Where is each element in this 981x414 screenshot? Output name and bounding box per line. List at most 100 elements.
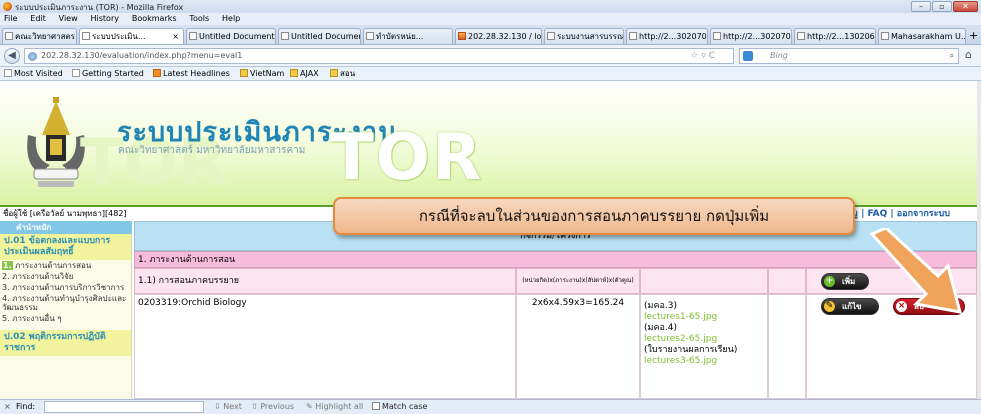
evidence-file-link[interactable]: lectures2-65.jpg — [644, 334, 764, 345]
sidebar-item-label: ภาระงานด้านทำนุบำรุงศิลปะและวัฒนธรรม — [2, 294, 127, 312]
menu-history[interactable]: History — [91, 13, 119, 25]
plus-icon: + — [824, 276, 835, 287]
bookmark-label: Latest Headlines — [163, 69, 230, 78]
sidebar: คำนำหนัก ป.01 ข้อตกลงและแบบการประเมินผลส… — [0, 221, 132, 399]
item-number: 3. — [2, 283, 10, 292]
home-icon[interactable]: ⌂ — [965, 48, 972, 61]
image-icon — [458, 32, 466, 40]
tab-evaluation-system[interactable]: ระบบประเมิน... × — [79, 28, 184, 44]
back-button[interactable]: ◀ — [4, 48, 20, 64]
tab-document-system[interactable]: ระบบงานสารบรรณ... — [544, 28, 624, 44]
rss-icon — [153, 69, 161, 77]
sidebar-item-label: ภาระงานอื่น ๆ — [12, 314, 62, 323]
page-icon — [4, 69, 12, 77]
evidence-file-link[interactable]: lectures1-65.jpg — [644, 312, 764, 323]
empty-cell — [768, 294, 806, 399]
bookmark-label: VietNam — [250, 69, 285, 78]
tab-label: http://2...3020705# — [639, 32, 707, 41]
search-box[interactable]: Bing ⌕ — [739, 48, 959, 64]
page-icon — [72, 69, 80, 77]
add-button[interactable]: + เพิ่ม — [821, 273, 869, 290]
find-previous-button[interactable]: ⇧ Previous — [251, 400, 294, 414]
instruction-callout: กรณีที่จะลบในส่วนของการสอนภาคบรรยาย กดปุ… — [333, 197, 855, 235]
bookmark-teach[interactable]: สอน — [330, 67, 355, 81]
bookmarks-bar: Most Visited Getting Started Latest Head… — [0, 67, 981, 81]
checkbox-icon — [372, 402, 380, 410]
section-row-teaching: 1. ภาระงานด้านการสอน — [134, 251, 977, 268]
bookmark-vietnam[interactable]: VietNam — [240, 67, 284, 81]
highlight-label: Highlight all — [315, 402, 364, 411]
menu-file[interactable]: File — [4, 13, 17, 25]
close-tab-icon[interactable]: × — [172, 29, 179, 44]
maximize-button[interactable]: ▫ — [932, 1, 952, 12]
sidebar-header[interactable]: คำนำหนัก — [0, 221, 132, 234]
find-next-button[interactable]: ⇩ Next — [214, 400, 242, 414]
page-icon — [881, 32, 889, 40]
item-number: 5. — [2, 314, 10, 323]
page-icon — [366, 32, 374, 40]
sidebar-item-academic-service[interactable]: 3. ภาระงานด้านการบริการวิชาการ — [0, 282, 131, 293]
tab-link-1[interactable]: http://2...3020705# — [626, 28, 708, 44]
page-icon — [797, 32, 805, 40]
find-bar: × Find: ⇩ Next ⇧ Previous ✎ Highlight al… — [0, 399, 981, 414]
evidence-label: (มคอ.4) — [644, 323, 677, 333]
menu-view[interactable]: View — [59, 13, 78, 25]
menu-tools[interactable]: Tools — [189, 13, 209, 25]
tab-ip-address[interactable]: 202.28.32.130 / lo... — [455, 28, 542, 44]
page-icon — [281, 32, 289, 40]
sidebar-category-agreement[interactable]: ป.01 ข้อตกลงและแบบการประเมินผลสัมฤทธิ์ — [0, 234, 131, 260]
bookmark-getting-started[interactable]: Getting Started — [72, 67, 144, 81]
pencil-icon: ✎ — [824, 301, 835, 312]
page-icon — [189, 32, 197, 40]
bookmark-label: AJAX — [300, 69, 319, 78]
page-icon — [82, 32, 90, 40]
tor-logo: TOR — [330, 121, 484, 195]
close-window-button[interactable]: ✕ — [953, 1, 978, 12]
highlight-all-button[interactable]: ✎ Highlight all — [306, 400, 363, 414]
find-input[interactable] — [44, 401, 204, 413]
bookmark-most-visited[interactable]: Most Visited — [4, 67, 63, 81]
tab-label: http://2...3020702# — [723, 32, 791, 41]
tab-id-card[interactable]: ทำบัตรหน่ย... — [363, 28, 453, 44]
tab-untitled-1[interactable]: Untitled Document — [186, 28, 276, 44]
search-engine-icon[interactable] — [743, 51, 753, 61]
bookmark-label: Most Visited — [14, 69, 63, 78]
sidebar-item-culture[interactable]: 4. ภาระงานด้านทำนุบำรุงศิลปะและวัฒนธรรม — [0, 293, 131, 313]
tab-untitled-2[interactable]: Untitled Document — [278, 28, 361, 44]
search-placeholder: Bing — [770, 51, 788, 60]
bookmark-star-icon[interactable]: ☆ ▿ C — [690, 49, 715, 63]
globe-icon — [28, 52, 37, 61]
minimize-button[interactable]: – — [911, 1, 931, 12]
menu-edit[interactable]: Edit — [30, 13, 46, 25]
evidence-label: (ใบรายงานผลการเรียน) — [644, 345, 738, 355]
menu-help[interactable]: Help — [222, 13, 240, 25]
find-label: Find: — [16, 402, 36, 411]
page-icon — [713, 32, 721, 40]
close-find-icon[interactable]: × — [4, 400, 11, 414]
sidebar-item-teaching[interactable]: 1. ภาระงานด้านการสอน — [0, 260, 131, 271]
address-bar[interactable]: 202.28.32.130/evaluation/index.php?menu=… — [24, 48, 734, 64]
tab-link-2[interactable]: http://2...3020702# — [710, 28, 792, 44]
top-links[interactable]: มู | FAQ | ออกจากระบบ — [852, 207, 950, 221]
pointer-arrow-icon — [869, 228, 963, 314]
tab-link-3[interactable]: http://2...13020678 — [794, 28, 876, 44]
sidebar-category-behavior[interactable]: ป.02 พฤติกรรมการปฏิบัติราชการ — [0, 330, 131, 356]
evidence-cell-empty — [640, 268, 768, 294]
firefox-icon — [3, 2, 12, 11]
page-icon — [547, 32, 555, 40]
sidebar-item-other[interactable]: 5. ภาระงานอื่น ๆ — [0, 313, 131, 324]
new-tab-button[interactable]: + — [969, 29, 978, 42]
tab-science-faculty[interactable]: คณะวิทยาศาสตร... — [2, 28, 77, 44]
sidebar-item-label: ภาระงานด้านการบริการวิชาการ — [12, 283, 125, 292]
menu-bookmarks[interactable]: Bookmarks — [132, 13, 177, 25]
bookmark-latest-headlines[interactable]: Latest Headlines — [153, 67, 230, 81]
sidebar-item-research[interactable]: 2. ภาระงานด้านวิจัย — [0, 271, 131, 282]
tab-mahasarakham[interactable]: Mahasarakham U... — [878, 28, 966, 44]
window-titlebar: ระบบประเมินภาระงาน (TOR) - Mozilla Firef… — [0, 0, 981, 13]
evidence-file-link[interactable]: lectures3-65.jpg — [644, 356, 764, 367]
item-number: 4. — [2, 294, 10, 303]
match-case-checkbox[interactable]: Match case — [372, 400, 427, 414]
bookmark-ajax[interactable]: AJAX — [290, 67, 319, 81]
tab-label: 202.28.32.130 / lo... — [468, 32, 542, 41]
search-icon[interactable]: ⌕ — [950, 49, 954, 63]
